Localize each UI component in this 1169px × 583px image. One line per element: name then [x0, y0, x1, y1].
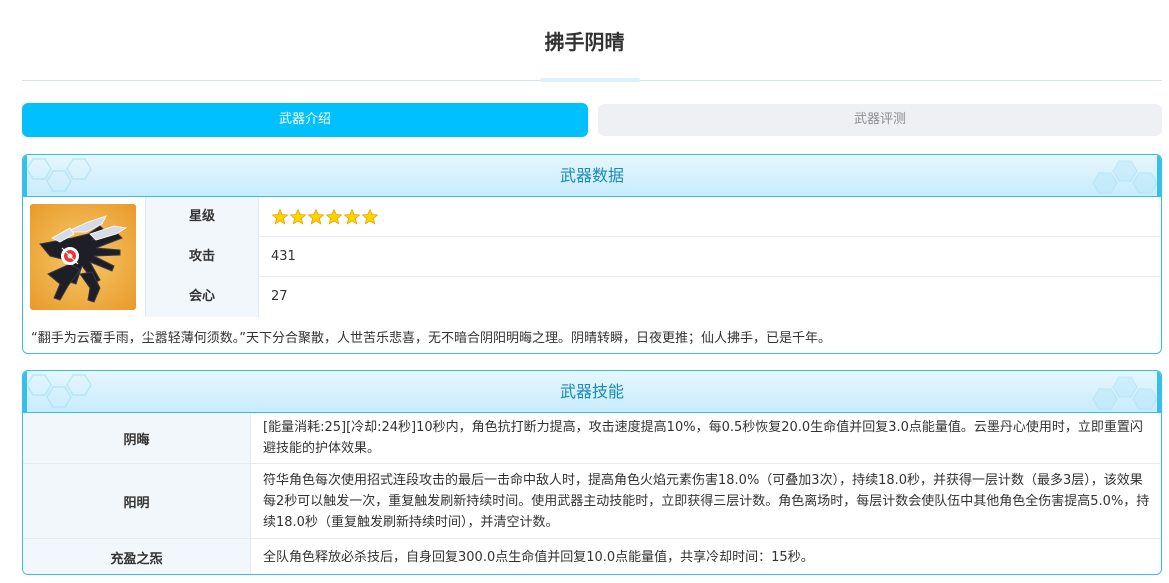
star-icon — [307, 208, 325, 225]
star-icon — [325, 208, 343, 225]
star-icon — [289, 208, 307, 225]
page-title: 拂手阴晴 — [544, 30, 625, 54]
weapon-skills-title: 武器技能 — [559, 382, 624, 401]
header-edge-bar — [1157, 371, 1161, 413]
skill-description: 符华角色每次使用招式连段攻击的最后一击命中敌人时，提高角色火焰元素伤害18.0%… — [263, 472, 1150, 530]
stat-row-crit: 会心 27 — [145, 277, 1161, 317]
title-divider-accent — [540, 78, 640, 82]
weapon-stats-table: 星级 攻击 431 会心 27 — [145, 197, 1161, 317]
tab-weapon-review[interactable]: 武器评测 — [598, 104, 1162, 136]
weapon-gauntlet-image — [30, 204, 136, 310]
hexagon-decoration-icon — [26, 374, 92, 408]
crit-value: 27 — [271, 289, 288, 304]
header-edge-bar — [1157, 155, 1161, 197]
weapon-flavor-quote: “翻手为云覆手雨，尘嚣轻薄何须数。”天下分合聚散，人世苦乐悲喜，无不暗合阴阳明晦… — [31, 331, 831, 346]
skill-description: [能量消耗:25][冷却:24秒]10秒内，角色抗打断力提高，攻击速度提高10%… — [263, 420, 1143, 456]
header-edge-bar — [23, 155, 27, 197]
star-icon — [343, 208, 361, 225]
skill-row: 阳明 符华角色每次使用招式连段攻击的最后一击命中敌人时，提高角色火焰元素伤害18… — [23, 464, 1161, 539]
weapon-data-panel: 武器数据 星级 攻击 431 会心 27 “翻手为云覆手雨，尘嚣轻薄何须数。”天… — [22, 154, 1162, 354]
hexagon-decoration-icon — [26, 158, 92, 192]
weapon-data-header: 武器数据 — [23, 155, 1161, 197]
attack-label: 攻击 — [145, 237, 259, 277]
rarity-stars — [271, 208, 379, 226]
skill-name: 阴晦 — [23, 413, 251, 463]
header-edge-bar — [23, 371, 27, 413]
weapon-skills-panel: 武器技能 阴晦 [能量消耗:25][冷却:24秒]10秒内，角色抗打断力提高，攻… — [22, 370, 1162, 575]
stat-row-rarity: 星级 — [145, 197, 1161, 237]
attack-value: 431 — [271, 249, 296, 264]
weapon-data-title: 武器数据 — [559, 166, 624, 185]
tab-bar: 武器介绍 武器评测 — [22, 103, 1162, 137]
skill-row: 阴晦 [能量消耗:25][冷却:24秒]10秒内，角色抗打断力提高，攻击速度提高… — [23, 413, 1161, 464]
hexagon-decoration-icon — [1092, 376, 1158, 410]
star-icon — [271, 208, 289, 225]
tab-weapon-intro[interactable]: 武器介绍 — [22, 103, 588, 137]
star-icon — [361, 208, 379, 225]
skill-name: 充盈之炁 — [23, 539, 251, 574]
skill-name: 阳明 — [23, 464, 251, 538]
rarity-label: 星级 — [145, 197, 259, 237]
crit-label: 会心 — [145, 277, 259, 317]
stat-row-attack: 攻击 431 — [145, 237, 1161, 277]
hexagon-decoration-icon — [1092, 160, 1158, 194]
skill-row: 充盈之炁 全队角色释放必杀技后，自身回复300.0点生命值并回复10.0点能量值… — [23, 539, 1161, 574]
weapon-skills-header: 武器技能 — [23, 371, 1161, 413]
skill-description: 全队角色释放必杀技后，自身回复300.0点生命值并回复10.0点能量值，共享冷却… — [263, 549, 814, 565]
